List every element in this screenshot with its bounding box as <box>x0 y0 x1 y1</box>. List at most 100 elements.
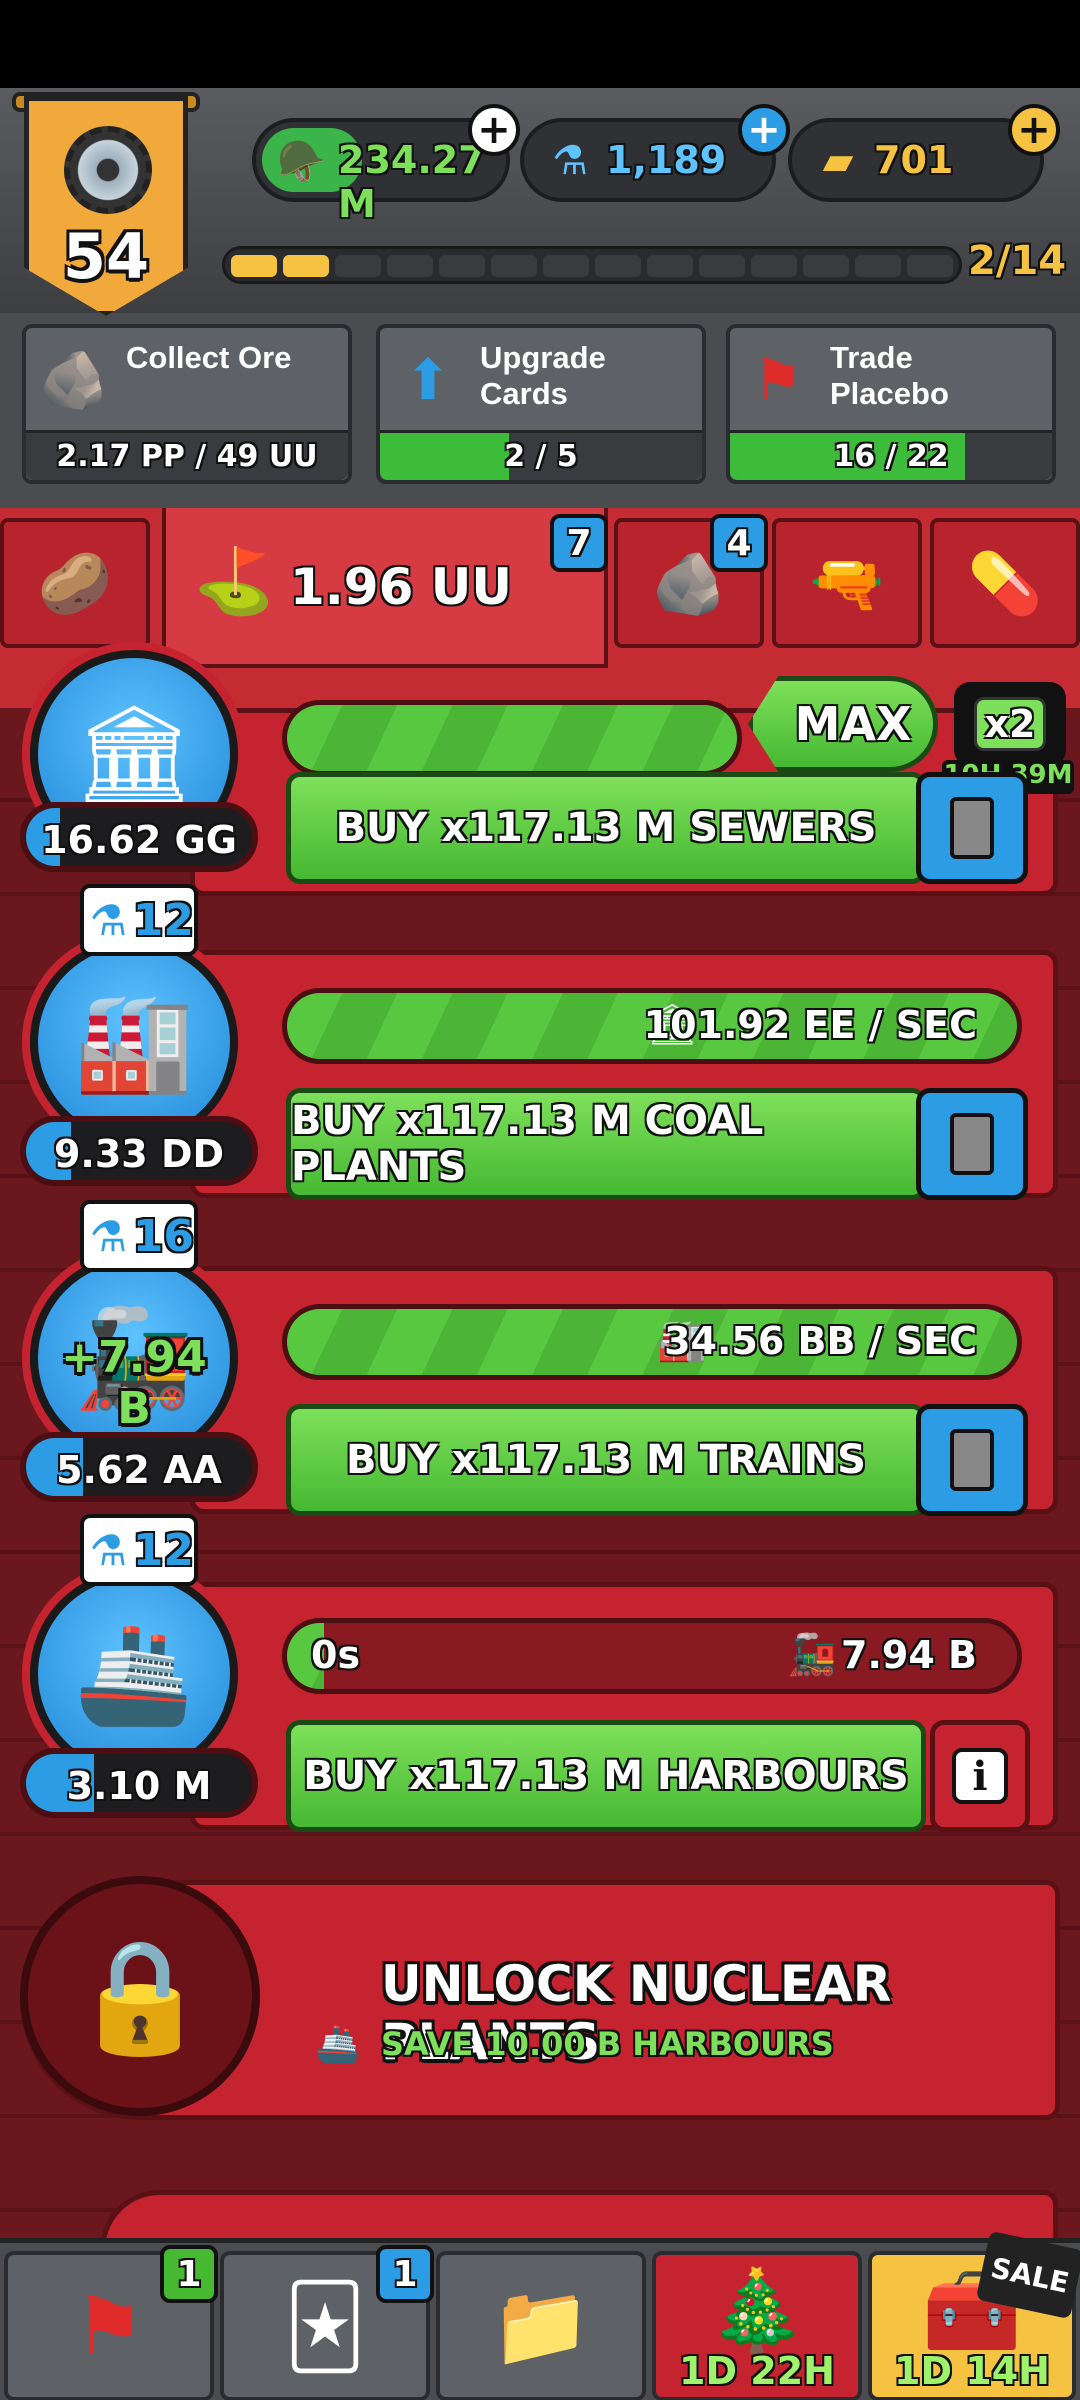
level-progress-segment <box>647 255 693 277</box>
gold-bars-icon: ▰ <box>822 138 854 184</box>
nuclear-plant-lock: 🔒 <box>20 1876 260 2116</box>
quest-progress-text: 2 / 5 <box>504 439 578 474</box>
owned-value: 9.33 DD <box>53 1132 225 1176</box>
gear-icon <box>64 126 152 214</box>
sewer-icon: 🏛 <box>73 697 195 810</box>
nav-documents[interactable]: 📁 <box>436 2251 646 2400</box>
flask-icon: ⚗ <box>89 895 128 945</box>
shop-timer: 1D 14H <box>894 2349 1050 2393</box>
card-icon <box>950 1429 994 1491</box>
gold-counter[interactable]: ▰ 701 <box>788 118 1044 202</box>
harbours-circle[interactable]: 🚢 <box>30 1570 238 1778</box>
add-cash-button[interactable]: + <box>468 104 520 156</box>
rate-text: 101.92 EE / SEC <box>643 1003 977 1047</box>
production-timer: 0s <box>311 1633 361 1677</box>
science-value: 1,189 <box>606 138 727 182</box>
flask-icon: ⚗ <box>552 138 588 184</box>
quest-progress-text: 2.17 PP / 49 UU <box>56 439 318 474</box>
x2-boost-button[interactable]: x2 <box>954 682 1066 766</box>
quest-progress: 16 / 22 <box>730 430 1052 480</box>
gold-value: 701 <box>874 138 954 182</box>
land-flag-icon: ⛳ <box>194 545 274 619</box>
quest-progress: 2 / 5 <box>380 430 702 480</box>
buy-harbours-button[interactable]: BUY x117.13 M HARBOURS <box>286 1720 926 1832</box>
rate-fill <box>287 705 737 771</box>
flask-icon: ⚗ <box>89 1525 128 1575</box>
coal-plants-circle[interactable]: 🏭 <box>30 938 238 1146</box>
quest-title: Trade Placebo <box>830 340 949 411</box>
trains-owned: 5.62 AA <box>20 1432 258 1502</box>
add-science-button[interactable]: + <box>738 104 790 156</box>
trains-research[interactable]: ⚗ 16 <box>80 1200 198 1272</box>
rate-text: 34.56 BB / SEC <box>664 1319 977 1363</box>
flag-icon: ⚑ <box>752 347 804 413</box>
harbours-research[interactable]: ⚗ 12 <box>80 1514 198 1586</box>
quest-card-upgrade-cards[interactable]: ⬆ Upgrade Cards 2 / 5 <box>376 324 706 484</box>
level-progress-segment <box>803 255 849 277</box>
flag-icon: ⚑ <box>73 2279 145 2373</box>
owned-value: 16.62 GG <box>41 818 237 862</box>
tab-badge: 4 <box>710 514 768 572</box>
tab-pills[interactable]: 💊 <box>930 518 1080 648</box>
buy-max-button[interactable]: MAX <box>748 676 938 772</box>
level-progress-segment <box>751 255 797 277</box>
level-banner[interactable]: 54 <box>12 88 200 338</box>
quest-card-collect-ore[interactable]: 🪨 Collect Ore 2.17 PP / 49 UU <box>22 324 352 484</box>
harbours-rate-bar: 0s 🚂 7.94 B <box>282 1618 1022 1694</box>
add-gold-button[interactable]: + <box>1008 104 1060 156</box>
level-progress-segment <box>595 255 641 277</box>
trains-card-button[interactable] <box>916 1404 1028 1516</box>
level-progress-segment <box>907 255 953 277</box>
missions-badge: 1 <box>160 2245 218 2303</box>
padlock-icon: 🔒 <box>71 1931 209 2060</box>
info-icon: i <box>952 1748 1008 1804</box>
research-level: 16 <box>132 1210 194 1262</box>
rate-text: 7.94 B <box>841 1633 977 1677</box>
level-progress-bar <box>222 246 962 284</box>
ship-icon: 🚢 <box>315 2024 360 2065</box>
level-progress-segment <box>491 255 537 277</box>
sewers-owned: 16.62 GG <box>20 802 258 872</box>
level-progress-text: 2/14 <box>968 238 1067 284</box>
bottom-nav: ⚑ 1 🃏 1 📁 🎄 1D 22H 🧰 1D 14H <box>0 2238 1080 2400</box>
level-progress-segment <box>335 255 381 277</box>
harbours-owned: 3.10 M <box>20 1748 258 1818</box>
trains-boost-popup: +7.94 B <box>61 1332 207 1434</box>
quest-progress: 2.17 PP / 49 UU <box>26 430 348 480</box>
coal-plants-card-button[interactable] <box>916 1088 1028 1200</box>
player-level: 54 <box>62 220 150 293</box>
event-timer: 1D 22H <box>679 2349 835 2393</box>
tab-potato[interactable]: 🥔 <box>0 518 150 648</box>
factory-icon: 🏭 <box>74 985 194 1098</box>
cards-badge: 1 <box>376 2245 434 2303</box>
quest-card-trade-placebo[interactable]: ⚑ Trade Placebo 16 / 22 <box>726 324 1056 484</box>
quest-title: Collect Ore <box>126 340 292 375</box>
buy-sewers-button[interactable]: BUY x117.13 M SEWERS <box>286 772 926 884</box>
coal-plants-rate-bar: 🏛 101.92 EE / SEC <box>282 988 1022 1064</box>
coal-plants-owned: 9.33 DD <box>20 1116 258 1186</box>
level-progress-segment <box>387 255 433 277</box>
army-cap-icon: 🪖 <box>277 138 327 185</box>
wreath-icon: 🎄 <box>707 2264 807 2357</box>
pill-icon: 💊 <box>967 548 1043 619</box>
level-progress-segment <box>439 255 485 277</box>
potato-icon: 🥔 <box>37 548 113 619</box>
research-level: 12 <box>132 894 194 946</box>
trains-rate-bar: 🏭 34.56 BB / SEC <box>282 1304 1022 1380</box>
nav-event[interactable]: 🎄 1D 22H <box>652 2251 862 2400</box>
coal-plants-research[interactable]: ⚗ 12 <box>80 884 198 956</box>
status-bar <box>0 0 1080 88</box>
level-progress-segment <box>231 255 277 277</box>
harbours-info-button[interactable]: i <box>930 1720 1030 1832</box>
tab-bullets[interactable]: 🔫 <box>772 518 922 648</box>
up-arrow-icon: ⬆ <box>404 347 452 413</box>
cards-icon: 🃏 <box>284 2279 366 2373</box>
buy-trains-button[interactable]: BUY x117.13 M TRAINS <box>286 1404 926 1516</box>
folder-icon: 📁 <box>491 2279 591 2372</box>
research-level: 12 <box>132 1524 194 1576</box>
sewers-rate-bar <box>282 700 742 776</box>
tab-land[interactable]: ⛳ 1.96 UU <box>162 508 608 668</box>
buy-coal-plants-button[interactable]: BUY x117.13 M COAL PLANTS <box>286 1088 926 1200</box>
sewers-card-button[interactable] <box>916 772 1028 884</box>
top-hud: 54 🪖 234.27 M + ⚗ 1,189 + ▰ 701 + 2/14 🪨… <box>0 88 1080 508</box>
